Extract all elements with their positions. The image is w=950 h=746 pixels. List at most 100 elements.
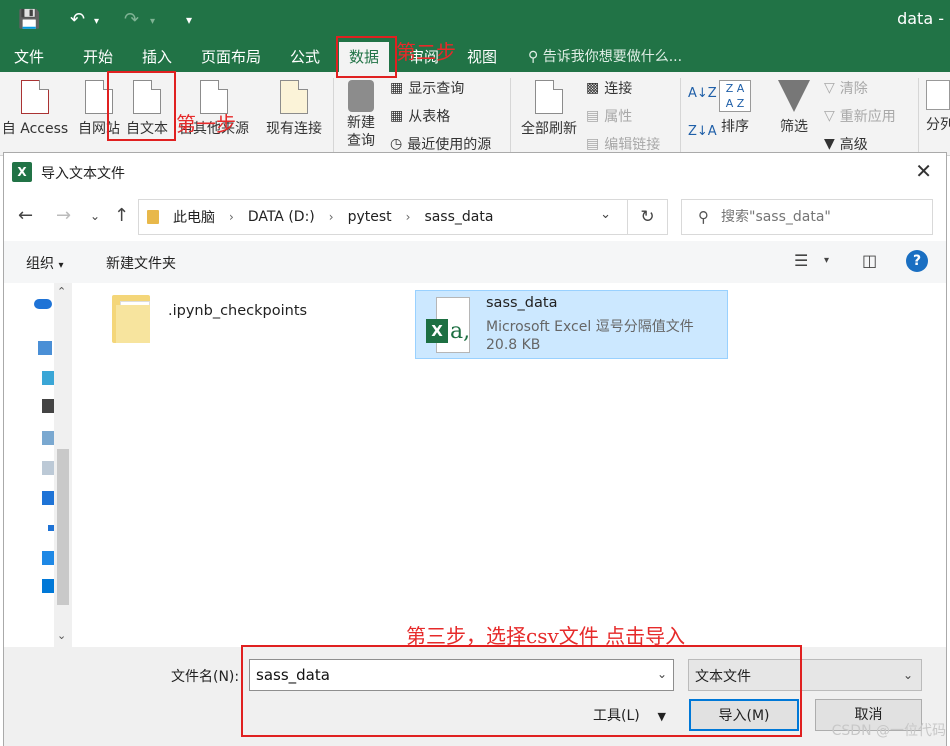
this-pc-icon[interactable] <box>38 341 52 355</box>
chevron-down-icon: ⌄ <box>902 668 913 682</box>
reapply-icon: ▽ <box>824 108 835 124</box>
undo-dropdown-icon[interactable]: ▾ <box>94 16 99 27</box>
back-arrow-icon[interactable]: ← <box>18 205 33 226</box>
chevron-down-icon: ▾ <box>58 260 64 271</box>
dialog-title: 导入文本文件 <box>41 166 125 182</box>
recent-sources-label: 最近使用的源 <box>407 137 492 153</box>
annotation-box-step2 <box>336 36 397 78</box>
sort-az-icon[interactable]: A↓Z <box>688 86 717 101</box>
breadcrumb-drive[interactable]: DATA (D:) <box>248 209 315 225</box>
view-options-icon[interactable]: ☰ <box>794 251 808 270</box>
organize-label: 组织 <box>26 256 54 272</box>
breadcrumb-sass-data[interactable]: sass_data <box>424 209 493 225</box>
nav-scrollbar[interactable]: ⌃ ⌄ <box>54 283 72 647</box>
new-query-label: 新建 查询 <box>347 115 375 149</box>
ribbon-separator <box>510 78 511 152</box>
undo-icon[interactable]: ↶ <box>70 9 85 30</box>
refresh-icon[interactable]: ↻ <box>627 200 667 234</box>
from-access-button[interactable]: 自 Access <box>0 80 70 138</box>
save-icon[interactable]: 💾 <box>18 9 40 30</box>
dialog-title-bar: X 导入文本文件 ✕ <box>4 153 946 191</box>
watermark: CSDN @一位代码 <box>831 723 946 739</box>
new-query-button[interactable]: 新建 查询 <box>338 80 384 150</box>
close-icon[interactable]: ✕ <box>915 159 932 183</box>
annotation-box-step3 <box>241 645 802 737</box>
clear-button: ▽ 清除 <box>824 78 868 98</box>
tab-file[interactable]: 文件 <box>14 46 44 67</box>
filter-button[interactable]: 筛选 <box>774 80 814 136</box>
breadcrumb-this-pc[interactable]: 此电脑 <box>173 207 215 227</box>
properties-label: 属性 <box>604 109 633 125</box>
show-queries-button[interactable]: ▦ 显示查询 <box>390 78 464 98</box>
preview-pane-icon[interactable]: ◫ <box>862 251 877 270</box>
connections-doc-icon <box>280 80 308 114</box>
advanced-button[interactable]: ▼ 高级 <box>824 134 868 154</box>
tell-me-search[interactable]: ⚲ 告诉我你想要做什么... <box>528 46 682 66</box>
navigation-pane: ⌃ ⌄ <box>4 283 74 647</box>
customize-icon[interactable]: ▾ <box>186 13 192 27</box>
help-icon[interactable]: ? <box>906 250 928 272</box>
sort-za-icon[interactable]: Z↓A <box>688 124 717 139</box>
tab-view[interactable]: 视图 <box>467 46 497 67</box>
scroll-down-icon[interactable]: ⌄ <box>57 629 66 642</box>
split-label: 分列 <box>926 117 950 133</box>
tab-insert[interactable]: 插入 <box>142 46 172 67</box>
dialog-toolbar: 组织 ▾ 新建文件夹 ☰ ▾ ◫ ? <box>4 241 946 283</box>
file-item-selected[interactable]: X a, sass_data Microsoft Excel 逗号分隔值文件 2… <box>415 290 728 359</box>
excel-title-bar: 💾 ↶ ▾ ↷ ▾ ▾ data - <box>0 0 950 38</box>
reapply-button: ▽ 重新应用 <box>824 106 896 126</box>
tell-me-text: 告诉我你想要做什么... <box>542 49 683 65</box>
organize-button[interactable]: 组织 ▾ <box>26 253 63 273</box>
file-size: 20.8 KB <box>486 337 541 353</box>
navigation-bar: ← → ⌄ ↑ 此电脑 › DATA (D:) › pytest › sass_… <box>4 195 946 239</box>
search-input[interactable] <box>721 209 911 225</box>
connections-button[interactable]: ▩ 连接 <box>586 78 632 98</box>
new-folder-button[interactable]: 新建文件夹 <box>106 253 176 273</box>
show-queries-label: 显示查询 <box>408 81 465 97</box>
existing-connections-button[interactable]: 现有连接 <box>262 80 326 138</box>
filename-label: 文件名(N): <box>171 669 240 685</box>
tab-page-layout[interactable]: 页面布局 <box>201 46 261 67</box>
grid-icon: ▦ <box>390 108 404 124</box>
properties-button: ▤ 属性 <box>586 106 632 126</box>
address-dropdown-icon[interactable]: ⌄ <box>600 207 611 222</box>
connections-icon: ▩ <box>586 80 600 96</box>
redo-dropdown-icon: ▾ <box>150 16 156 27</box>
reapply-label: 重新应用 <box>839 109 896 125</box>
tab-home[interactable]: 开始 <box>83 46 113 67</box>
file-item-folder[interactable] <box>112 295 150 343</box>
folder-name: .ipynb_checkpoints <box>168 303 308 319</box>
annotation-step1: 第一步 <box>176 112 236 136</box>
text-to-columns-button[interactable]: 分列 <box>926 80 950 134</box>
excel-logo-icon: X <box>12 162 32 182</box>
scroll-thumb[interactable] <box>57 449 69 605</box>
scroll-up-icon[interactable]: ⌃ <box>57 285 66 298</box>
breadcrumb-pytest[interactable]: pytest <box>348 209 392 225</box>
refresh-all-label: 全部刷新 <box>521 121 577 137</box>
annotation-step3: 第三步，选择csv文件 点击导入 <box>406 624 686 648</box>
onedrive-icon[interactable] <box>34 299 52 309</box>
view-dropdown-icon[interactable]: ▾ <box>824 255 829 266</box>
existing-connections-label: 现有连接 <box>266 121 322 137</box>
recent-locations-chevron-icon[interactable]: ⌄ <box>90 209 100 223</box>
from-table-button[interactable]: ▦ 从表格 <box>390 106 450 126</box>
refresh-all-button[interactable]: 全部刷新 <box>516 80 582 138</box>
tab-formulas[interactable]: 公式 <box>290 46 320 67</box>
window-title: data - <box>897 9 944 28</box>
search-box[interactable]: ⚲ <box>681 199 933 235</box>
ribbon-separator <box>333 78 334 152</box>
recent-sources-button[interactable]: ◷ 最近使用的源 <box>390 134 491 154</box>
address-bar[interactable]: 此电脑 › DATA (D:) › pytest › sass_data ⌄ ↻ <box>138 199 668 235</box>
advanced-filter-icon: ▼ <box>824 136 835 152</box>
sort-button[interactable]: Z AA Z 排序 <box>714 80 756 136</box>
ribbon-tabs: 文件 开始 插入 页面布局 公式 数据 审阅 视图 ⚲ 告诉我你想要做什么... <box>0 38 950 72</box>
up-arrow-icon[interactable]: ↑ <box>114 205 129 226</box>
lightbulb-icon: ⚲ <box>528 49 539 65</box>
from-access-label: 自 Access <box>1 121 69 137</box>
breadcrumb-separator-icon: › <box>229 210 234 224</box>
sort-label: 排序 <box>721 119 749 135</box>
annotation-step2: 第二步 <box>396 40 456 64</box>
filter-label: 筛选 <box>780 119 808 135</box>
forward-arrow-icon: → <box>56 205 72 226</box>
edit-links-label: 编辑链接 <box>604 137 661 153</box>
